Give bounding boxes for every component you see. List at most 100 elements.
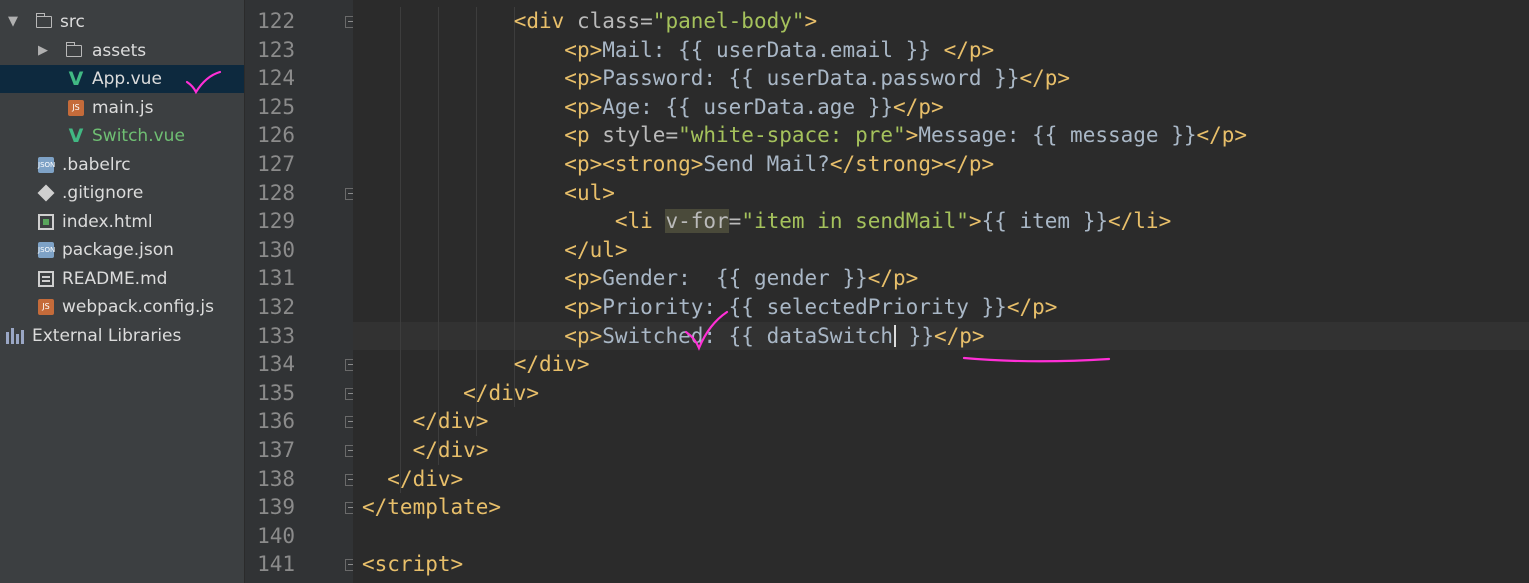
code-line[interactable]: <p>Password: {{ userData.password }}</p> xyxy=(362,64,1070,93)
code-token: <p> xyxy=(564,266,603,291)
code-token: Message: {{ message }} xyxy=(918,123,1197,148)
code-token: </div> xyxy=(412,409,489,434)
code-line[interactable]: </div> xyxy=(362,407,489,436)
json-file-icon: JSON xyxy=(38,156,55,173)
code-token: </p> xyxy=(933,323,985,348)
tree-item-label: README.md xyxy=(62,268,168,289)
code-line[interactable]: </div> xyxy=(362,436,489,465)
line-number: 137 xyxy=(257,438,295,462)
code-token: "item in sendMail" xyxy=(741,209,969,234)
tree-item-package-json[interactable]: JSON package.json xyxy=(0,236,244,264)
code-token: </div> xyxy=(463,380,540,405)
underline-annotation xyxy=(962,356,1111,363)
tree-item-gitignore[interactable]: .gitignore xyxy=(0,179,244,207)
tree-item-external-libraries[interactable]: External Libraries xyxy=(0,322,244,350)
html-file-icon xyxy=(38,213,54,230)
code-line[interactable]: <ul> xyxy=(362,179,615,208)
tree-item-switch-vue[interactable]: V Switch.vue xyxy=(0,122,244,150)
code-line[interactable]: <p>Switched: {{ dataSwitch }}</p> xyxy=(362,322,985,351)
tree-item-assets[interactable]: ▶ assets xyxy=(0,37,244,65)
folder-icon xyxy=(36,13,52,28)
code-token: <p> xyxy=(564,94,603,119)
checkmark-annotation xyxy=(684,310,729,351)
code-token: </p> xyxy=(1196,123,1248,148)
git-file-icon xyxy=(37,184,55,202)
tree-item-src[interactable]: ▼ src xyxy=(0,8,244,36)
code-token: </p> xyxy=(867,266,919,291)
code-line[interactable]: <li v-for="item in sendMail">{{ item }}<… xyxy=(362,207,1171,236)
tree-item-label: main.js xyxy=(92,97,154,118)
line-number: 136 xyxy=(257,409,295,434)
code-token: <p xyxy=(564,123,603,148)
tree-item-main-js[interactable]: JS main.js xyxy=(0,94,244,122)
expand-arrow-icon[interactable]: ▼ xyxy=(8,8,18,36)
js-file-icon: JS xyxy=(38,299,54,315)
tree-item-label: External Libraries xyxy=(32,325,182,346)
code-line[interactable]: </div> xyxy=(362,350,590,379)
code-token: <div xyxy=(513,9,577,33)
code-line[interactable]: </div> xyxy=(362,379,539,408)
collapse-arrow-icon[interactable]: ▶ xyxy=(38,37,48,65)
code-token: <p> xyxy=(564,295,603,319)
code-line[interactable]: </ul> xyxy=(362,236,628,265)
vue-file-icon: V xyxy=(68,68,84,90)
line-number: 126 xyxy=(257,123,295,148)
code-token: </ul> xyxy=(564,237,628,262)
code-token: <p> xyxy=(564,323,603,348)
code-token: "panel-body" xyxy=(652,9,805,33)
tree-item-babelrc[interactable]: JSON .babelrc xyxy=(0,151,244,179)
code-line[interactable]: <p>Mail: {{ userData.email }} </p> xyxy=(362,36,994,65)
line-number: 122 xyxy=(257,9,295,33)
code-line[interactable]: <p>Age: {{ userData.age }}</p> xyxy=(362,93,943,122)
line-number: 135 xyxy=(257,380,295,405)
code-token: Password: {{ userData.password }} xyxy=(602,66,1020,91)
code-token: </div> xyxy=(387,466,464,491)
libraries-icon xyxy=(6,327,28,344)
code-token: = xyxy=(728,209,742,234)
json-file-icon: JSON xyxy=(38,242,55,258)
line-number: 140 xyxy=(257,523,295,548)
code-token: Priority: {{ selectedPriority }} xyxy=(602,295,1007,319)
line-number-gutter: 122 123 124 125 126 127 128 129 130 131 132 133 134 1… xyxy=(245,0,357,583)
code-token: </div> xyxy=(513,352,590,377)
line-number: 127 xyxy=(257,152,295,176)
code-line[interactable]: <script> xyxy=(362,550,463,579)
line-number: 132 xyxy=(257,295,295,319)
line-number: 139 xyxy=(257,495,295,520)
tree-item-index-html[interactable]: index.html xyxy=(0,208,244,236)
code-line[interactable]: <p><strong>Send Mail?</strong></p> xyxy=(362,150,994,179)
tree-item-readme-md[interactable]: README.md xyxy=(0,265,244,293)
code-line[interactable]: <p style="white-space: pre">Message: {{ … xyxy=(362,121,1247,150)
line-number: 125 xyxy=(257,94,295,119)
code-token: v-for xyxy=(665,209,729,234)
code-token: Mail: {{ userData.email }} xyxy=(602,37,944,62)
line-number: 130 xyxy=(257,237,295,262)
code-token: > xyxy=(905,123,919,148)
line-number: 141 xyxy=(257,552,295,577)
code-token: "white-space: pre" xyxy=(678,123,906,148)
tree-item-webpack-config-js[interactable]: JS webpack.config.js xyxy=(0,293,244,321)
code-token: </template> xyxy=(362,495,502,520)
code-token: <script> xyxy=(362,552,464,577)
code-line[interactable]: </template> xyxy=(362,493,501,522)
tree-item-label: webpack.config.js xyxy=(62,297,214,317)
line-number: 138 xyxy=(257,466,295,491)
code-line[interactable]: <p>Gender: {{ gender }}</p> xyxy=(362,264,918,293)
checkmark-annotation xyxy=(185,70,222,95)
code-token: Send Mail? xyxy=(703,152,830,176)
code-line[interactable]: <div class="panel-body"> xyxy=(362,7,817,36)
js-file-icon: JS xyxy=(68,99,84,116)
code-token: {{ item }} xyxy=(981,209,1108,234)
code-line[interactable]: </div> xyxy=(362,465,463,494)
code-editor[interactable]: <div class="panel-body"> <p>Mail: {{ use… xyxy=(353,0,1529,583)
